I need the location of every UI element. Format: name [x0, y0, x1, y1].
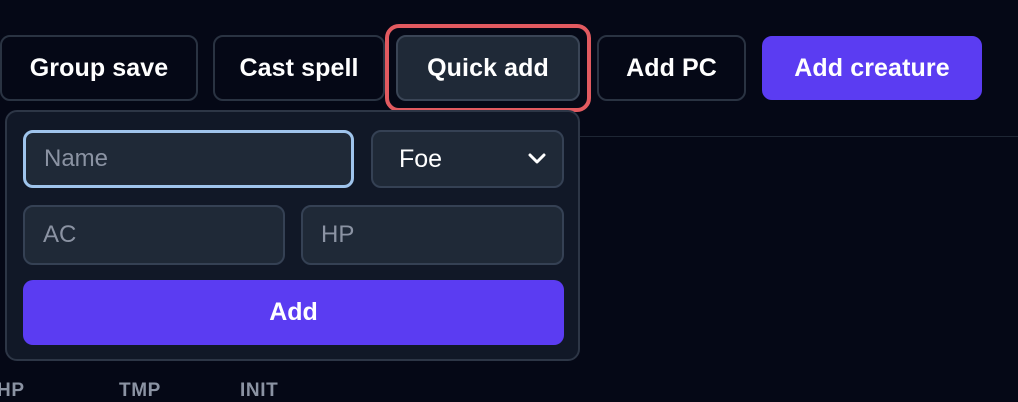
group-save-button[interactable]: Group save — [0, 35, 198, 101]
chevron-down-icon — [526, 148, 548, 170]
hp-input[interactable] — [301, 205, 564, 265]
faction-select-value: Foe — [399, 144, 443, 173]
stats-header: HP TMP INIT — [0, 380, 1018, 401]
cast-spell-button[interactable]: Cast spell — [213, 35, 385, 101]
add-pc-button[interactable]: Add PC — [597, 35, 746, 101]
header-divider — [578, 136, 1018, 137]
quick-add-button[interactable]: Quick add — [396, 35, 580, 101]
quick-add-popover: Foe Add — [5, 110, 580, 361]
add-submit-button[interactable]: Add — [23, 280, 564, 345]
ac-input[interactable] — [23, 205, 285, 265]
faction-select[interactable]: Foe — [371, 130, 564, 188]
hp-column-label: HP — [0, 380, 25, 401]
init-column-label: INIT — [240, 380, 279, 401]
add-creature-button[interactable]: Add creature — [762, 36, 982, 100]
tmp-column-label: TMP — [119, 380, 161, 401]
name-input[interactable] — [23, 130, 354, 188]
